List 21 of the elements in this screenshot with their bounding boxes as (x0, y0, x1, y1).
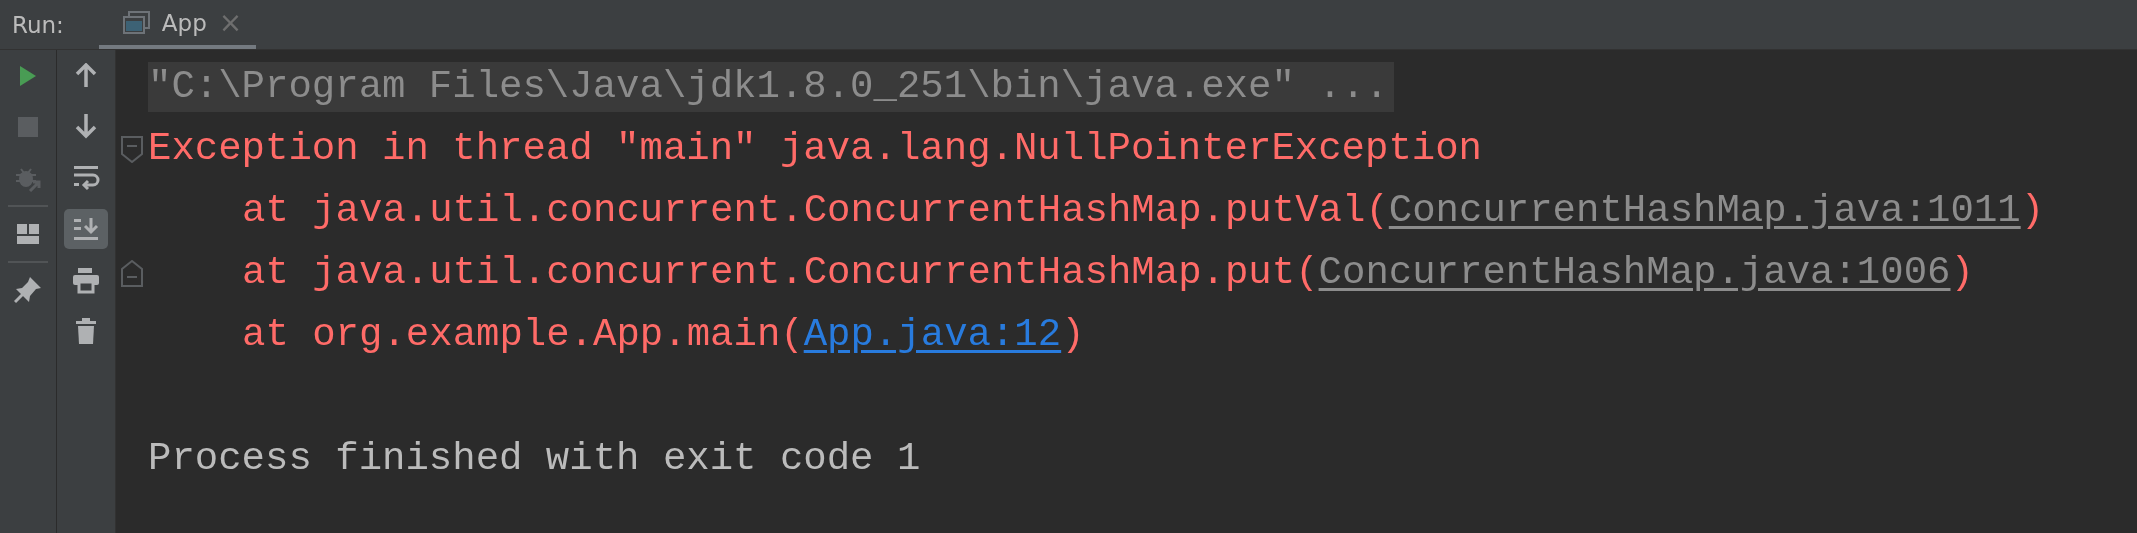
stop-icon (16, 115, 40, 139)
up-arrow-icon (74, 63, 98, 89)
console-line: at java.util.concurrent.ConcurrentHashMap.putVal(ConcurrentHashMap.java:1011) (241, 188, 2045, 235)
trash-icon (75, 317, 97, 345)
console-line: at java.util.concurrent.ConcurrentHashMap.put(ConcurrentHashMap.java:1006) (241, 250, 1974, 297)
run-label: Run: (12, 11, 64, 38)
layout-icon (16, 223, 40, 245)
window-icon (122, 11, 150, 34)
toolbar-button[interactable] (64, 209, 108, 249)
source-link[interactable]: ConcurrentHashMap.java:1006 (1318, 251, 1951, 295)
source-link[interactable]: App.java:12 (803, 313, 1062, 357)
console-line: Process finished with exit code 1 (148, 436, 921, 483)
run-tab[interactable]: App × (98, 0, 257, 49)
console-line: at org.example.App.main(App.java:12) (241, 312, 1085, 359)
down-arrow-icon (74, 114, 98, 140)
console-line: Exception in thread "main" java.lang.NullPointerException (148, 126, 1483, 173)
printer-icon (72, 266, 100, 294)
soft-wrap-icon (72, 165, 100, 191)
pin-icon (14, 276, 42, 304)
source-link[interactable]: ConcurrentHashMap.java:1011 (1388, 189, 2021, 233)
scroll-to-end-icon (73, 217, 99, 241)
